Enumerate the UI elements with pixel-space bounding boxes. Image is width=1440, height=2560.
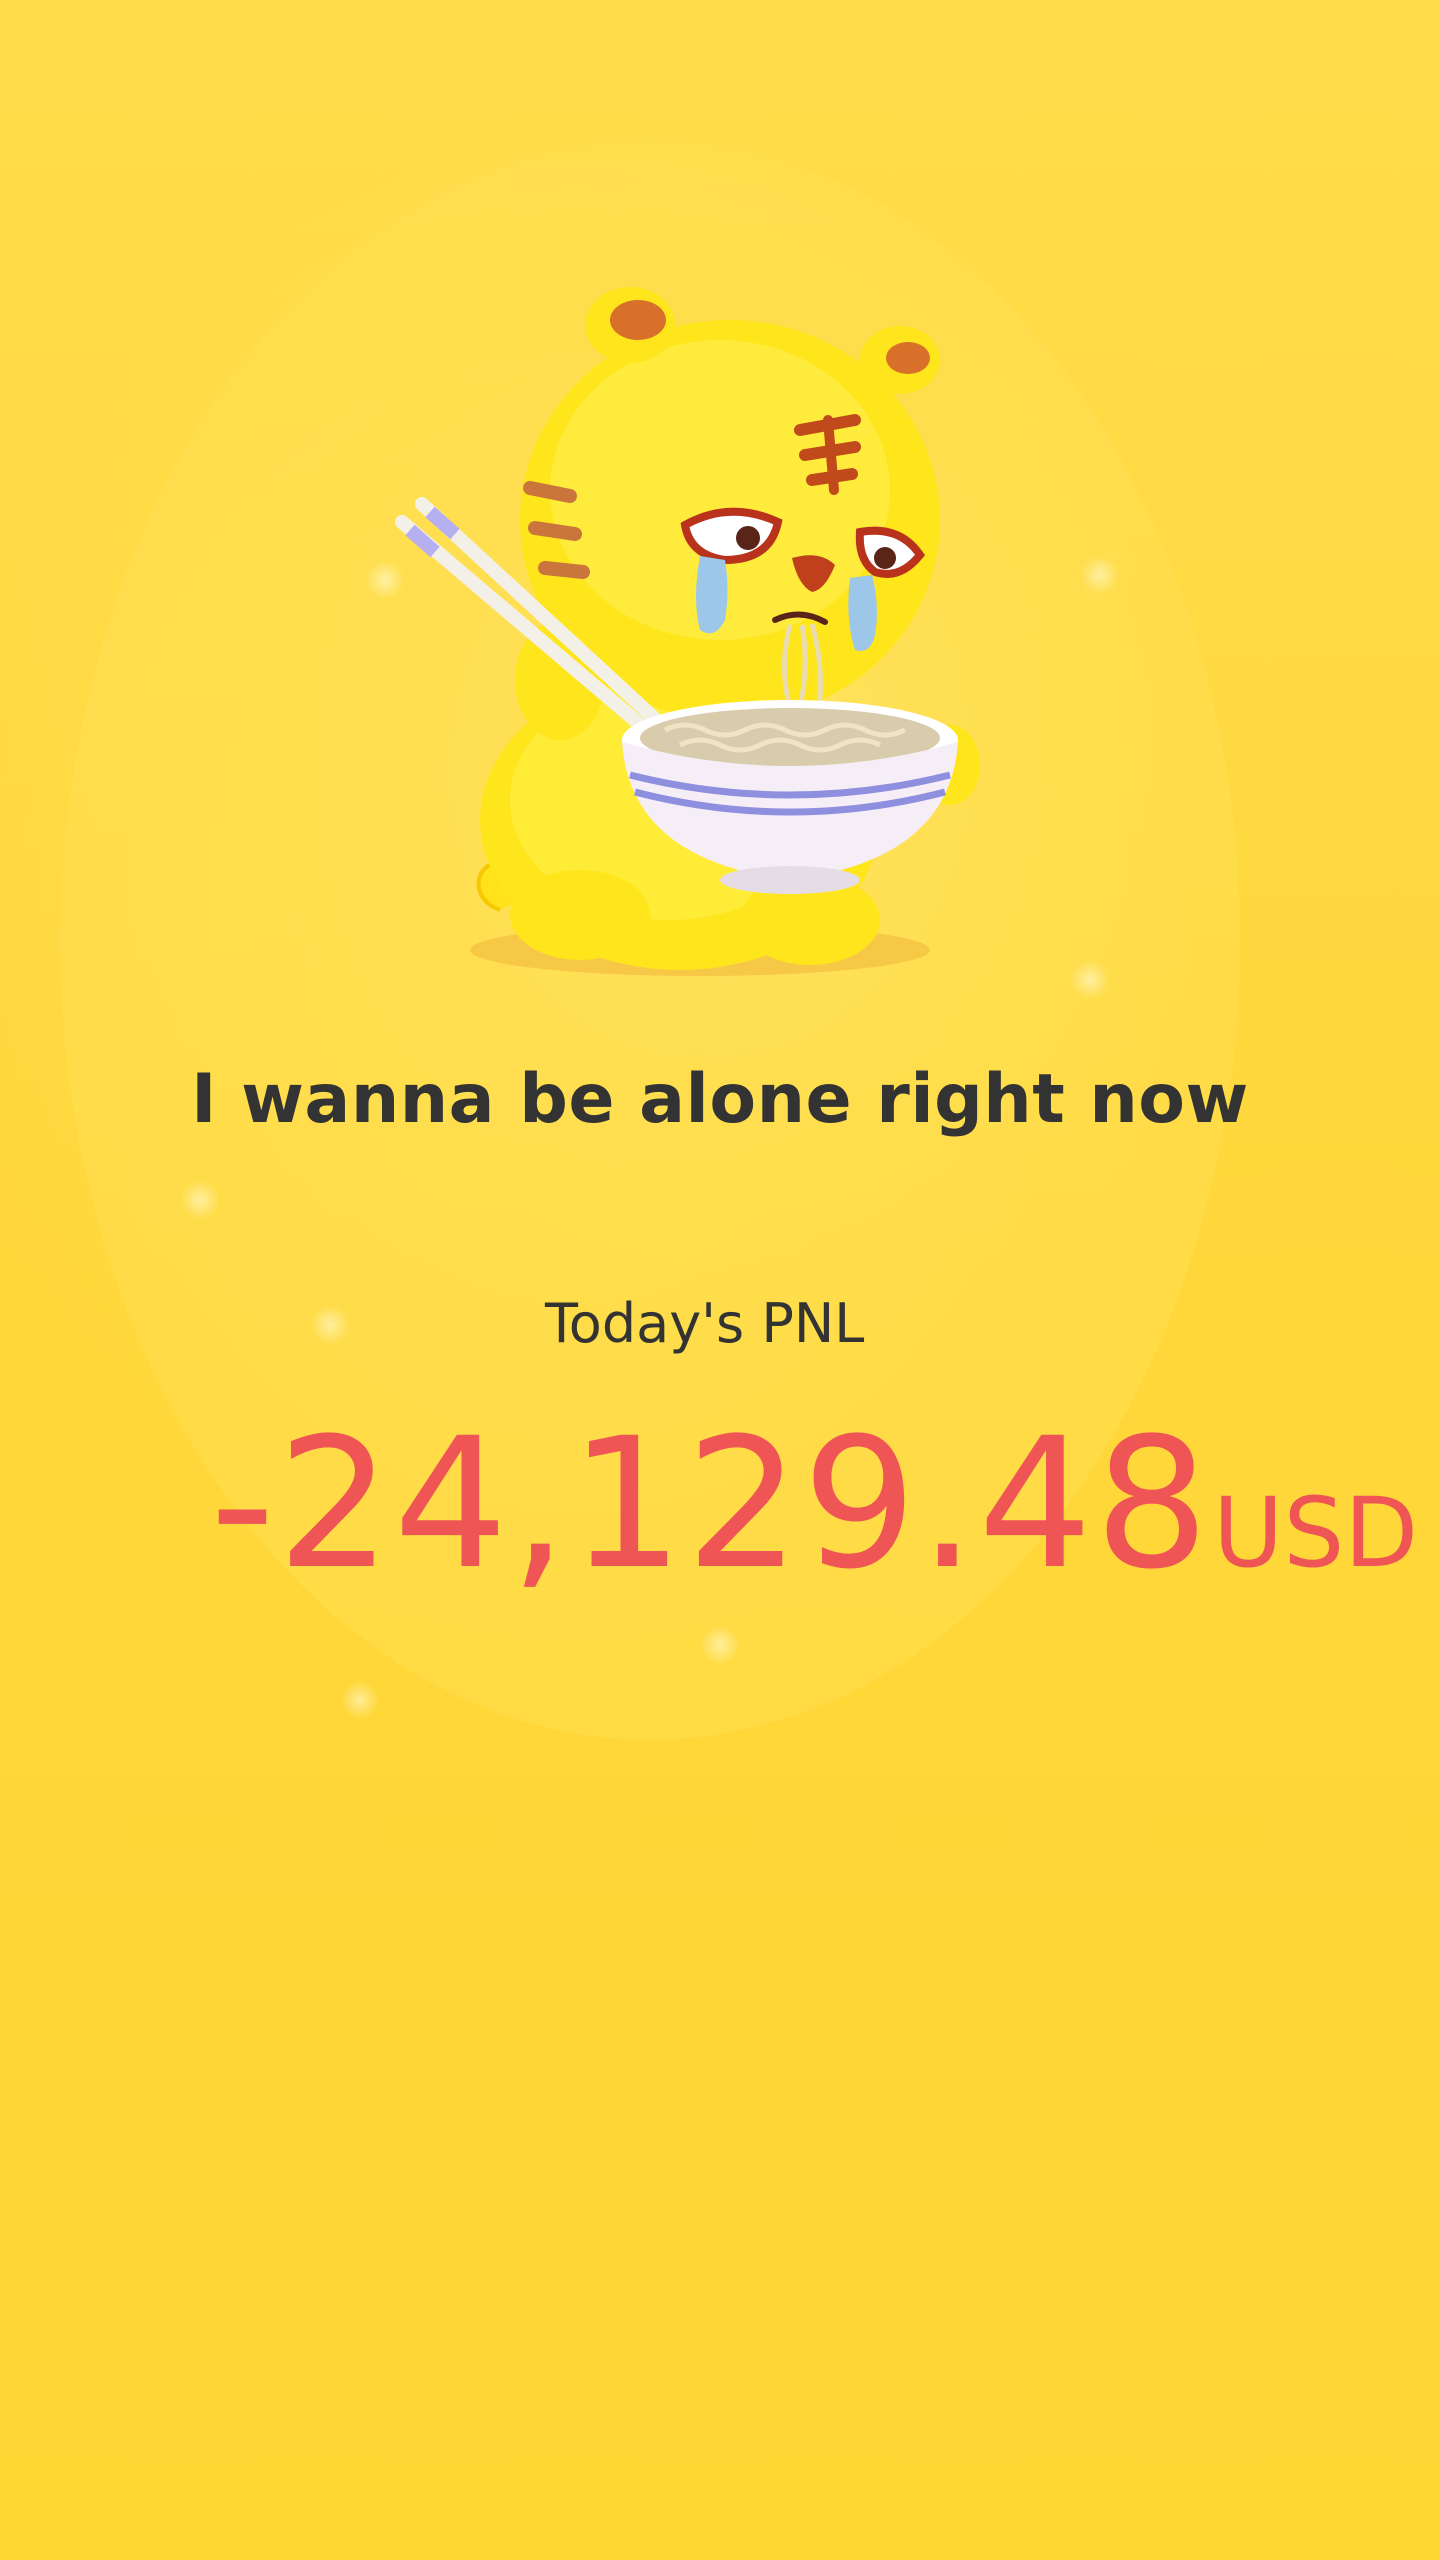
sparkle [180,1180,220,1220]
pnl-value: -24,129.48 [210,1400,1212,1609]
sparkle [310,1305,350,1345]
sparkle [1070,960,1110,1000]
pnl-currency: USD [1213,1477,1419,1589]
sparkle [1080,555,1120,595]
sparkle [700,1625,740,1665]
crying-tiger-eating-noodles-icon [395,287,980,976]
sparkle [340,1680,380,1720]
page-title: I wanna be alone right now [191,1060,1249,1139]
pnl-amount: -24,129.48USD [210,1400,1418,1609]
pnl-label: Today's PNL [545,1292,865,1355]
